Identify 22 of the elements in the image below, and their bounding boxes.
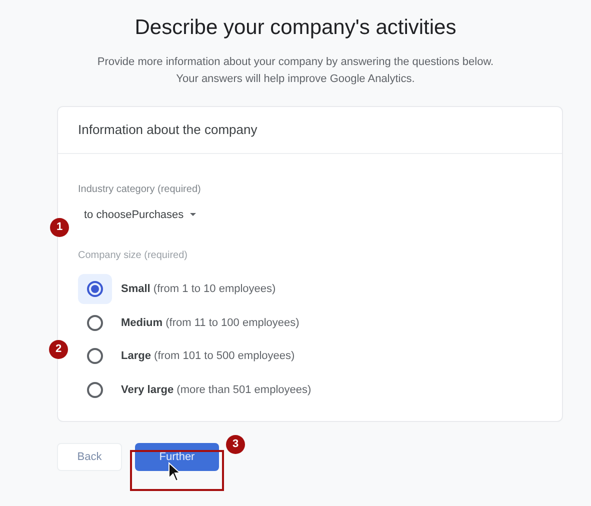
card-title: Information about the company xyxy=(78,121,258,140)
subtitle-text: Your answers will help improve Google Analytics. xyxy=(176,72,415,87)
radio-option[interactable]: Large (from 101 to 500 employees) xyxy=(78,340,542,373)
subtitle-text: Provide more information about your company by answering the questions below. xyxy=(97,55,494,70)
step-marker: 3 xyxy=(226,435,245,454)
mouse-cursor-icon xyxy=(168,462,180,482)
step-marker: 2 xyxy=(49,340,68,359)
field-label: Company size (required) xyxy=(78,248,188,262)
radio-option[interactable]: Small (from 1 to 10 employees) xyxy=(78,272,542,306)
radio-option[interactable]: Very large (more than 501 employees) xyxy=(78,373,542,406)
field-label: Industry category (required) xyxy=(78,183,202,197)
radio-label: Very large (more than 501 employees) xyxy=(121,382,312,398)
step-marker: 1 xyxy=(50,218,69,237)
next-button[interactable]: Further xyxy=(135,443,219,471)
dropdown-caret-icon xyxy=(190,213,196,218)
industry-dropdown[interactable]: to choosePurchases xyxy=(84,207,196,224)
page-title: Describe your company's activities xyxy=(134,15,456,41)
radio-label: Medium (from 11 to 100 employees) xyxy=(121,316,300,330)
radio-option[interactable]: Medium (from 11 to 100 employees) xyxy=(78,306,542,340)
radio-label: Small (from 1 to 10 employees) xyxy=(121,282,276,297)
radio-label: Large (from 101 to 500 employees) xyxy=(121,349,295,364)
radio-button[interactable] xyxy=(78,274,112,304)
